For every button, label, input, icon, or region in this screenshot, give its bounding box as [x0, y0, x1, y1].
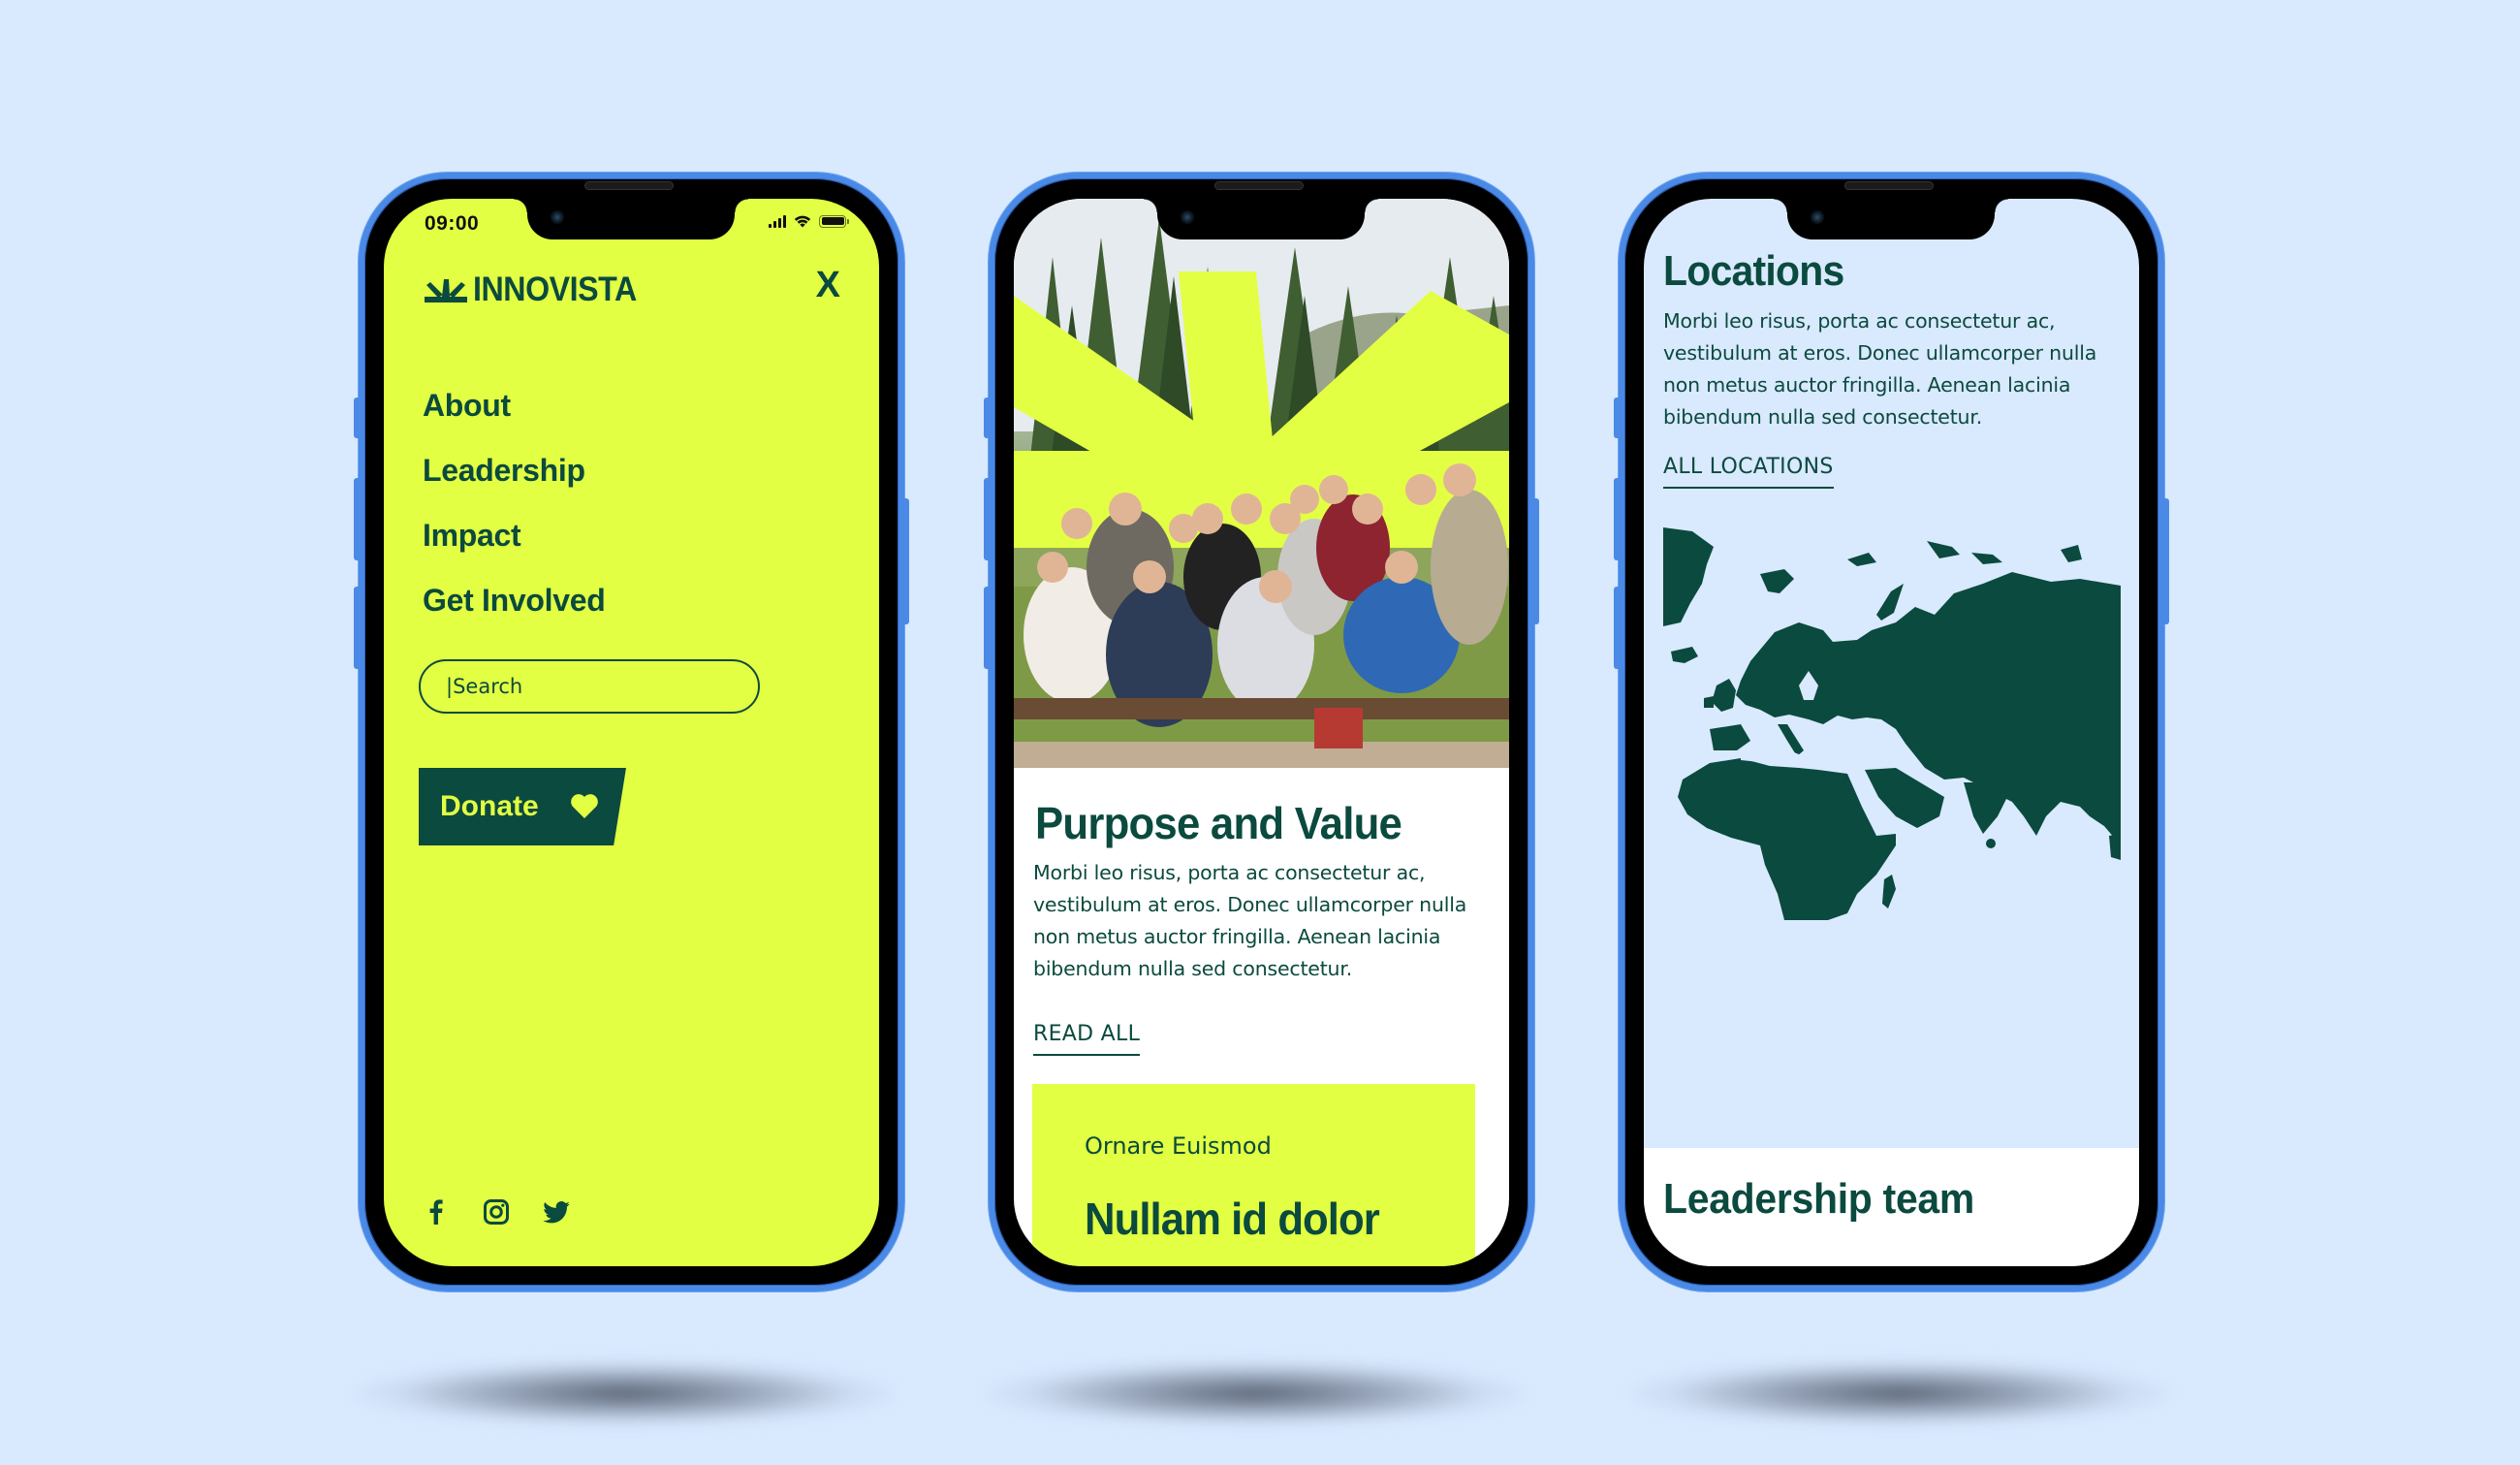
screen: 09:00 INNOVISTA X About Leadership Impac…	[384, 199, 879, 1266]
section-body: Morbi leo risus, porta ac consectetur ac…	[1033, 861, 1467, 980]
locations-section: Locations Morbi leo risus, porta ac cons…	[1663, 247, 2120, 489]
menu-item-get-involved[interactable]: Get Involved	[423, 568, 606, 633]
section-title: Purpose and Value	[1035, 798, 1402, 848]
twitter-icon	[543, 1200, 570, 1223]
main-menu: About Leadership Impact Get Involved	[423, 373, 606, 633]
volume-up-button	[1614, 478, 1620, 560]
volume-up-button	[354, 478, 360, 560]
twitter-link[interactable]	[543, 1198, 570, 1226]
card-title: Nullam id dolor	[1085, 1194, 1380, 1244]
phone-shadow	[984, 1359, 1527, 1427]
screen: Locations Morbi leo risus, porta ac cons…	[1644, 199, 2139, 1266]
read-all-link[interactable]: READ ALL	[1033, 1022, 1141, 1056]
phone-purpose-screen: Purpose and Value Morbi leo risus, porta…	[984, 173, 1539, 1291]
notch	[1144, 199, 1378, 239]
instagram-icon	[484, 1199, 509, 1225]
wifi-icon	[794, 215, 811, 228]
speaker-grille	[1214, 181, 1304, 190]
notch	[1774, 199, 2008, 239]
facebook-icon	[429, 1199, 443, 1225]
speaker-grille	[1844, 181, 1934, 190]
cellular-signal-icon	[769, 214, 786, 228]
power-button	[903, 498, 909, 624]
section-body: Morbi leo risus, porta ac consectetur ac…	[1663, 309, 2097, 429]
all-locations-link[interactable]: ALL LOCATIONS	[1663, 455, 1834, 489]
status-time: 09:00	[425, 212, 480, 235]
battery-icon	[819, 214, 849, 228]
front-camera	[1811, 210, 1824, 224]
world-map[interactable]	[1663, 525, 2121, 920]
phone-locations-screen: Locations Morbi leo risus, porta ac cons…	[1614, 173, 2169, 1291]
volume-down-button	[354, 587, 360, 669]
front-camera	[551, 210, 564, 224]
section-title: Locations	[1663, 247, 1844, 295]
menu-item-about[interactable]: About	[423, 373, 605, 438]
menu-item-leadership[interactable]: Leadership	[423, 438, 605, 503]
brand-name: INNOVISTA	[473, 271, 637, 308]
hero-illustration	[1014, 199, 1509, 768]
hero-photo	[1014, 199, 1509, 768]
volume-up-button	[984, 478, 990, 560]
phone-shadow	[354, 1359, 897, 1427]
volume-down-button	[984, 587, 990, 669]
close-menu-button[interactable]: X	[816, 267, 840, 303]
action-button	[354, 398, 360, 438]
facebook-link[interactable]	[423, 1198, 450, 1226]
phone-menu-screen: 09:00 INNOVISTA X About Leadership Impac…	[354, 173, 909, 1291]
screen: Purpose and Value Morbi leo risus, porta…	[1014, 199, 1509, 1266]
action-button	[984, 398, 990, 438]
brand-logo[interactable]: INNOVISTA	[425, 271, 650, 309]
status-icons	[769, 214, 849, 228]
power-button	[2163, 498, 2169, 624]
front-camera	[1181, 210, 1194, 224]
social-links	[423, 1198, 570, 1226]
donate-label: Donate	[440, 790, 539, 822]
world-map-graphic	[1663, 527, 2121, 920]
search-input[interactable]	[419, 659, 760, 714]
volume-down-button	[1614, 587, 1620, 669]
power-button	[1533, 498, 1539, 624]
leadership-title: Leadership team	[1663, 1175, 1975, 1223]
card-eyebrow: Ornare Euismod	[1085, 1132, 1272, 1160]
action-button	[1614, 398, 1620, 438]
heart-icon	[571, 794, 598, 818]
leadership-section: Leadership team	[1644, 1148, 2139, 1266]
donate-button[interactable]: Donate	[419, 768, 626, 845]
instagram-link[interactable]	[483, 1198, 510, 1226]
feature-card[interactable]: Ornare Euismod Nullam id dolor	[1032, 1084, 1475, 1266]
speaker-grille	[584, 181, 674, 190]
notch	[514, 199, 748, 239]
sunburst-logo-icon	[425, 279, 467, 303]
menu-item-impact[interactable]: Impact	[423, 503, 605, 568]
purpose-section: Purpose and Value Morbi leo risus, porta…	[1014, 768, 1509, 1266]
phone-shadow	[1628, 1359, 2171, 1427]
